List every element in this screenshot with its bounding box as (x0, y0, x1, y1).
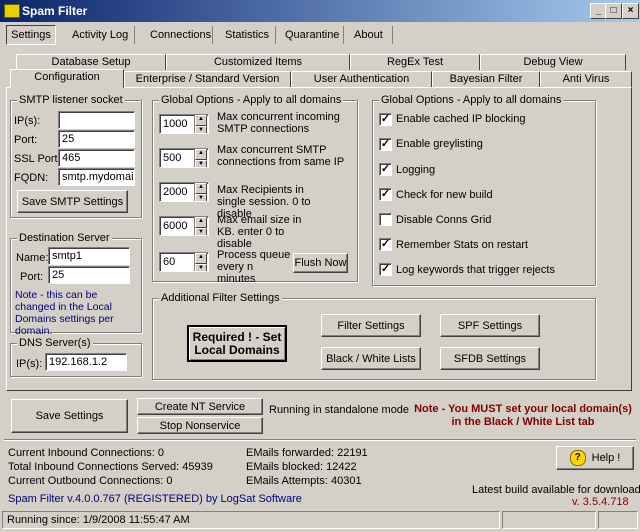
destination-port-label: Port: (20, 271, 44, 283)
dns-ip-input[interactable]: 192.168.1.2 (45, 353, 127, 371)
smtp-fqdn-label: FQDN: (14, 172, 49, 184)
destination-group-title: Destination Server (17, 232, 112, 244)
log-keywords-label: Log keywords that trigger rejects (396, 264, 555, 276)
smtp-port-label: Port: (14, 134, 38, 146)
help-icon: ? (569, 450, 586, 466)
emails-forwarded: EMails forwarded: 22191 (246, 447, 368, 459)
version-info: Spam Filter v.4.0.0.767 (REGISTERED) by … (8, 493, 302, 505)
log-keywords-checkbox[interactable]: ✓ (379, 263, 392, 276)
check-new-build-checkbox[interactable]: ✓ (379, 188, 392, 201)
set-local-domains-button[interactable]: Required ! - Set Local Domains (187, 325, 287, 362)
remember-stats-label: Remember Stats on restart (396, 239, 529, 251)
tab-configuration[interactable]: Configuration (10, 69, 124, 88)
tab-database-setup[interactable]: Database Setup (16, 54, 166, 70)
menu-divider (275, 26, 276, 44)
menu-divider (212, 26, 213, 44)
smtp-ip-input[interactable] (58, 111, 135, 129)
max-concurrent-same-ip-label: Max concurrent SMTP connections from sam… (217, 144, 345, 168)
tab-connections[interactable]: Connections (150, 29, 211, 41)
stop-nonservice-button[interactable]: Stop Nonservice (137, 417, 263, 434)
close-button[interactable]: × (622, 3, 639, 19)
running-since: Running since: 1/9/2008 11:55:47 AM (7, 514, 190, 526)
tab-about[interactable]: About (354, 29, 383, 41)
smtp-group-title: SMTP listener socket (17, 94, 125, 106)
cached-ip-blocking-checkbox[interactable]: ✓ (379, 113, 392, 126)
max-email-size-spinner[interactable]: 6000 ▲ ▼ (159, 216, 209, 236)
emails-attempts: EMails Attempts: 40301 (246, 475, 362, 487)
tab-regex-test[interactable]: RegEx Test (350, 54, 480, 70)
create-nt-service-button[interactable]: Create NT Service (137, 398, 263, 415)
maximize-button[interactable]: □ (605, 3, 622, 19)
separator (4, 439, 636, 441)
dns-group-title: DNS Server(s) (17, 337, 93, 349)
tab-quarantine[interactable]: Quarantine (285, 29, 339, 41)
spf-settings-button[interactable]: SPF Settings (440, 314, 540, 337)
remember-stats-checkbox[interactable]: ✓ (379, 238, 392, 251)
max-email-size-label: Max email size in KB. enter 0 to disable (217, 214, 302, 250)
status-bar-main: Running since: 1/9/2008 11:55:47 AM (2, 511, 500, 529)
logging-label: Logging (396, 164, 436, 176)
smtp-ssl-port-label: SSL Port: (14, 153, 61, 165)
latest-build-label: Latest build available for download: (472, 484, 640, 496)
global-options-title: Global Options - Apply to all domains (159, 94, 344, 106)
title-bar: Spam Filter _ □ × (0, 0, 640, 22)
mode-status: Running in standalone mode (269, 404, 410, 416)
emails-blocked: EMails blocked: 12422 (246, 461, 357, 473)
dns-ip-label: IP(s): (16, 358, 43, 370)
filter-settings-button[interactable]: Filter Settings (321, 314, 421, 337)
smtp-ip-label: IP(s): (14, 115, 41, 127)
max-concurrent-incoming-label: Max concurrent incoming SMTP connections (217, 111, 340, 135)
tab-statistics[interactable]: Statistics (225, 29, 269, 41)
tab-bayesian-filter[interactable]: Bayesian Filter (432, 71, 540, 87)
current-outbound-connections: Current Outbound Connections: 0 (8, 475, 173, 487)
max-recipients-spinner[interactable]: 2000 ▲ ▼ (159, 182, 209, 202)
black-white-lists-button[interactable]: Black / White Lists (321, 347, 421, 370)
process-queue-spinner[interactable]: 60 ▲ ▼ (159, 252, 209, 272)
max-concurrent-incoming-spinner[interactable]: 1000 ▲ ▼ (159, 114, 209, 134)
cached-ip-blocking-label: Enable cached IP blocking (396, 113, 526, 125)
app-icon (4, 4, 20, 18)
tab-debug-view[interactable]: Debug View (480, 54, 626, 70)
status-bar-grip[interactable] (598, 511, 638, 529)
smtp-port-input[interactable]: 25 (58, 130, 135, 148)
destination-name-label: Name: (16, 252, 49, 264)
tab-enterprise-standard[interactable]: Enterprise / Standard Version (124, 71, 291, 87)
max-concurrent-same-ip-spinner[interactable]: 500 ▲ ▼ (159, 148, 209, 168)
additional-filter-title: Additional Filter Settings (159, 292, 282, 304)
tab-settings[interactable]: Settings (6, 25, 56, 45)
greylisting-label: Enable greylisting (396, 138, 483, 150)
smtp-fqdn-input[interactable]: smtp.mydomain. (58, 168, 135, 186)
tab-anti-virus[interactable]: Anti Virus (540, 71, 632, 87)
save-settings-button[interactable]: Save Settings (11, 399, 128, 433)
help-button[interactable]: ? Help ! (556, 446, 634, 470)
menu-divider (134, 26, 135, 44)
check-new-build-label: Check for new build (396, 189, 493, 201)
disable-conns-grid-checkbox[interactable] (379, 213, 392, 226)
save-smtp-settings-button[interactable]: Save SMTP Settings (17, 190, 128, 213)
disable-conns-grid-label: Disable Conns Grid (396, 214, 492, 226)
tab-customized-items[interactable]: Customized Items (166, 54, 350, 70)
current-inbound-connections: Current Inbound Connections: 0 (8, 447, 164, 459)
global-checks-title: Global Options - Apply to all domains (379, 94, 564, 106)
status-bar-panel (502, 511, 596, 529)
destination-name-input[interactable]: smtp1 (48, 247, 130, 265)
window-title: Spam Filter (22, 4, 88, 18)
smtp-ssl-port-input[interactable]: 465 (58, 149, 135, 167)
destination-port-input[interactable]: 25 (48, 266, 130, 284)
sfdb-settings-button[interactable]: SFDB Settings (440, 347, 540, 370)
process-queue-label: Process queue every n minutes (217, 249, 291, 285)
menu-divider (343, 26, 344, 44)
menu-divider (392, 26, 393, 44)
latest-build-version: v. 3.5.4.718 (572, 496, 629, 508)
tab-user-authentication[interactable]: User Authentication (291, 71, 432, 87)
greylisting-checkbox[interactable]: ✓ (379, 138, 392, 151)
total-inbound-connections: Total Inbound Connections Served: 45939 (8, 461, 213, 473)
tab-activity-log[interactable]: Activity Log (72, 29, 128, 41)
local-domain-note: Note - You MUST set your local domain(s)… (414, 403, 632, 428)
destination-note: Note - this can be changed in the Local … (15, 289, 114, 337)
logging-checkbox[interactable]: ✓ (379, 163, 392, 176)
flush-now-button[interactable]: Flush Now (293, 253, 348, 273)
